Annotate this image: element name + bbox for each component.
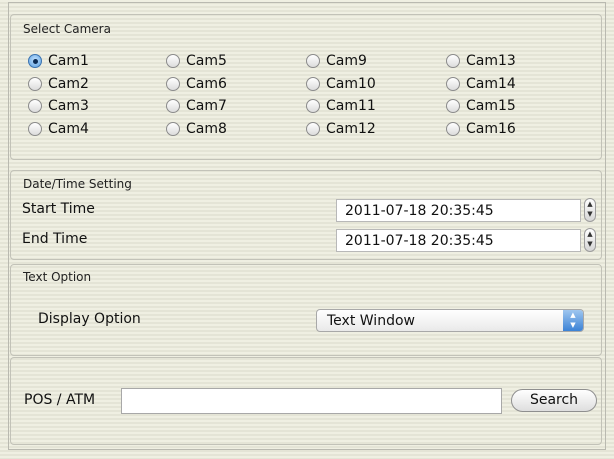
camera-radio-label: Cam3 [48, 98, 89, 115]
radio-button-icon[interactable] [446, 54, 460, 69]
radio-button-icon[interactable] [28, 76, 42, 91]
radio-button-icon[interactable] [306, 121, 320, 136]
radio-button-icon[interactable] [28, 121, 42, 136]
camera-radio-label: Cam8 [186, 120, 227, 137]
camera-radio-label: Cam11 [326, 98, 376, 115]
pos-atm-input[interactable] [121, 388, 502, 414]
down-arrow-icon: ▼ [587, 210, 593, 218]
camera-radio-label: Cam13 [466, 53, 516, 70]
camera-radio-label: Cam6 [186, 75, 227, 92]
camera-radio-cam9[interactable]: Cam9 [306, 50, 446, 73]
text-option-title: Text Option [23, 270, 92, 284]
start-time-field[interactable]: 2011-07-18 20:35:45 [336, 199, 581, 222]
display-option-select[interactable]: Text Window ▲ ▼ [316, 309, 584, 332]
radio-button-icon[interactable] [166, 76, 180, 91]
camera-radio-label: Cam4 [48, 120, 89, 137]
radio-button-icon[interactable] [166, 54, 180, 69]
camera-radio-label: Cam16 [466, 120, 516, 137]
display-option-label: Display Option [38, 311, 141, 327]
radio-button-icon[interactable] [166, 121, 180, 136]
camera-radio-cam14[interactable]: Cam14 [446, 73, 586, 96]
up-arrow-icon: ▲ [587, 230, 593, 238]
camera-radio-cam2[interactable]: Cam2 [28, 73, 166, 96]
camera-radio-cam7[interactable]: Cam7 [166, 95, 306, 118]
camera-radio-cam13[interactable]: Cam13 [446, 50, 586, 73]
camera-radio-cam15[interactable]: Cam15 [446, 95, 586, 118]
camera-radio-label: Cam7 [186, 98, 227, 115]
radio-button-icon[interactable] [446, 76, 460, 91]
camera-radio-cam4[interactable]: Cam4 [28, 118, 166, 141]
up-down-arrows-icon: ▲ ▼ [563, 310, 583, 331]
down-arrow-icon: ▼ [587, 240, 593, 248]
radio-button-icon[interactable] [166, 99, 180, 114]
camera-radio-cam8[interactable]: Cam8 [166, 118, 306, 141]
radio-button-icon[interactable] [28, 54, 42, 69]
end-time-field[interactable]: 2011-07-18 20:35:45 [336, 229, 581, 252]
radio-button-icon[interactable] [446, 121, 460, 136]
camera-radio-cam12[interactable]: Cam12 [306, 118, 446, 141]
radio-button-icon[interactable] [306, 54, 320, 69]
radio-button-icon[interactable] [306, 99, 320, 114]
camera-radio-label: Cam5 [186, 53, 227, 70]
camera-radio-cam1[interactable]: Cam1 [28, 50, 166, 73]
camera-radio-cam10[interactable]: Cam10 [306, 73, 446, 96]
display-option-value: Text Window [327, 313, 415, 329]
camera-radio-grid: Cam1 Cam5 Cam9 Cam13 Cam2 Cam6 Cam10 Cam14 Cam3 C… [28, 50, 586, 140]
camera-radio-label: Cam9 [326, 53, 367, 70]
start-time-stepper[interactable]: ▲ ▼ [584, 198, 596, 222]
pos-atm-label: POS / ATM [24, 392, 96, 408]
end-time-label: End Time [22, 231, 88, 247]
camera-radio-cam6[interactable]: Cam6 [166, 73, 306, 96]
camera-radio-cam3[interactable]: Cam3 [28, 95, 166, 118]
radio-button-icon[interactable] [28, 99, 42, 114]
start-time-label: Start Time [22, 201, 95, 217]
camera-radio-label: Cam10 [326, 75, 376, 92]
camera-radio-label: Cam2 [48, 75, 89, 92]
camera-radio-cam16[interactable]: Cam16 [446, 118, 586, 141]
camera-radio-label: Cam14 [466, 75, 516, 92]
search-button[interactable]: Search [511, 389, 597, 412]
end-time-stepper[interactable]: ▲ ▼ [584, 228, 596, 252]
camera-radio-label: Cam1 [48, 53, 89, 70]
radio-selected-dot-icon [32, 58, 38, 64]
datetime-title: Date/Time Setting [23, 177, 132, 191]
select-camera-title: Select Camera [23, 22, 111, 36]
radio-button-icon[interactable] [446, 99, 460, 114]
camera-radio-cam5[interactable]: Cam5 [166, 50, 306, 73]
up-arrow-icon: ▲ [587, 200, 593, 208]
camera-radio-cam11[interactable]: Cam11 [306, 95, 446, 118]
radio-button-icon[interactable] [306, 76, 320, 91]
camera-radio-label: Cam12 [326, 120, 376, 137]
camera-radio-label: Cam15 [466, 98, 516, 115]
